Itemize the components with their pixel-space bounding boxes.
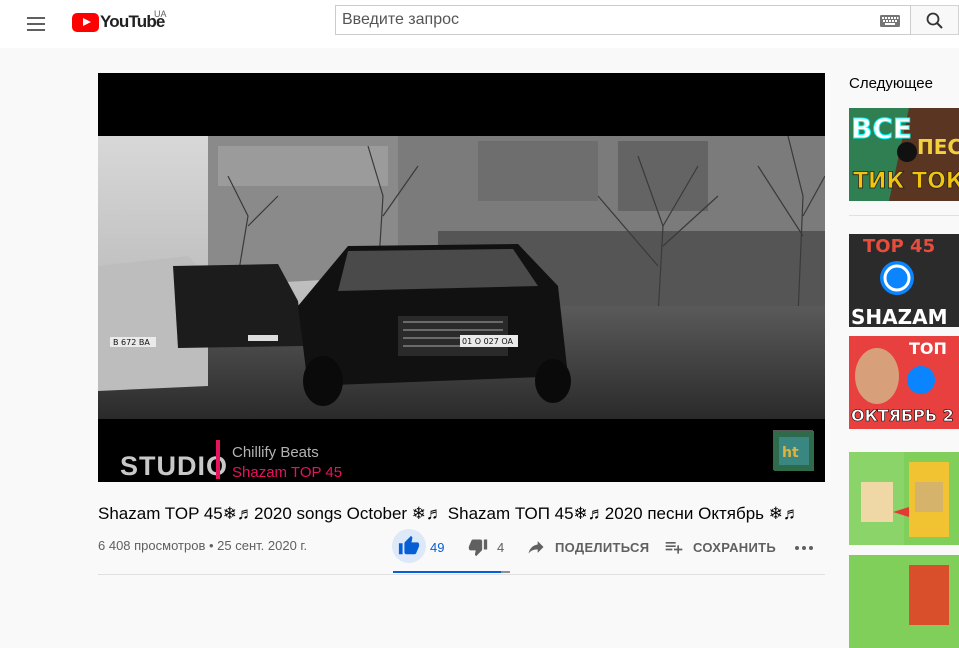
artist-credit: Chillify Beats: [232, 444, 319, 461]
more-horizontal-icon: [795, 546, 813, 550]
plate-center: 01 O 027 OA: [462, 337, 514, 346]
dislike-button[interactable]: 4: [468, 533, 504, 561]
plate-left: B 672 BA: [113, 338, 150, 347]
menu-icon[interactable]: [24, 12, 48, 36]
share-button[interactable]: ПОДЕЛИТЬСЯ: [526, 533, 649, 561]
thumbnail-image: [849, 452, 959, 545]
thumb-text: SHAZAM: [851, 305, 948, 327]
meta-separator: •: [208, 538, 218, 553]
search-input[interactable]: [342, 6, 862, 34]
sidebar-separator: [849, 215, 959, 216]
video-title: Shazam TOP 45❄♬2020 songs October ❄♬ Sha…: [98, 504, 800, 523]
save-button[interactable]: СОХРАНИТЬ: [664, 533, 776, 561]
keyboard-icon[interactable]: [880, 15, 900, 27]
thumbnail-image: [849, 555, 959, 648]
thumb-text: ТОР 45: [863, 236, 935, 257]
search-button[interactable]: [911, 5, 959, 35]
thumb-text: ОКТЯБРЬ 2: [851, 406, 954, 425]
sentiment-bar-fill: [393, 571, 501, 573]
like-count: 49: [430, 539, 445, 555]
playlist-add-icon: [665, 542, 683, 554]
search-box: [335, 5, 911, 35]
like-button[interactable]: 49: [392, 529, 445, 563]
share-icon: [528, 541, 544, 554]
view-count-date: 6 408 просмотров • 25 сент. 2020 г.: [98, 538, 307, 553]
thumb-text: ВСЕ: [851, 112, 912, 145]
thumb-text: ТИК ТОК: [853, 169, 959, 194]
youtube-play-icon: [72, 12, 99, 32]
region-badge: UA: [154, 9, 167, 19]
up-next-thumbnail[interactable]: ВСЕ ПЕС ТИК ТОК: [849, 108, 959, 201]
view-count: 6 408 просмотров: [98, 538, 206, 553]
watermark-image: ht: [774, 431, 814, 471]
search-icon: [926, 12, 943, 29]
sentiment-bar: [393, 571, 510, 573]
channel-watermark[interactable]: ht: [773, 430, 814, 471]
up-next-thumbnail[interactable]: ТОР 45 SHAZAM: [849, 234, 959, 327]
thumbs-up-icon: [398, 535, 420, 555]
dislike-count: 4: [497, 539, 505, 555]
save-label: СОХРАНИТЬ: [693, 539, 776, 555]
video-player[interactable]: B 672 BA 01 O 027 OA STUDIO Chillify Bea…: [98, 73, 825, 482]
up-next-thumbnail[interactable]: ТОП ОКТЯБРЬ 2: [849, 336, 959, 429]
studio-label: STUDIO: [120, 451, 229, 481]
share-label: ПОДЕЛИТЬСЯ: [555, 539, 650, 555]
masthead: YouTube UA: [0, 0, 959, 48]
thumbnail-image: ТОР 45 SHAZAM: [849, 234, 959, 327]
more-actions-button[interactable]: [792, 533, 816, 561]
svg-text:ht: ht: [782, 445, 799, 461]
thumbnail-image: ВСЕ ПЕС ТИК ТОК: [849, 108, 959, 201]
accent-bar: [216, 440, 220, 479]
video-scene: B 672 BA 01 O 027 OA: [98, 136, 825, 419]
youtube-logo[interactable]: YouTube UA: [72, 9, 167, 33]
up-next-thumbnail[interactable]: [849, 555, 959, 648]
playlist-credit: Shazam TOP 45: [232, 464, 343, 481]
thumb-text: ТОП: [909, 339, 947, 358]
up-next-thumbnail[interactable]: [849, 452, 959, 545]
like-ripple: [392, 529, 426, 563]
video-frame: B 672 BA 01 O 027 OA: [98, 136, 825, 419]
thumb-text: ПЕС: [917, 135, 959, 159]
up-next-heading: Следующее: [849, 75, 933, 92]
upload-date: 25 сент. 2020 г.: [217, 538, 308, 553]
thumbnail-image: ТОП ОКТЯБРЬ 2: [849, 336, 959, 429]
thumbs-down-icon: [468, 539, 488, 557]
content-divider: [98, 574, 825, 575]
